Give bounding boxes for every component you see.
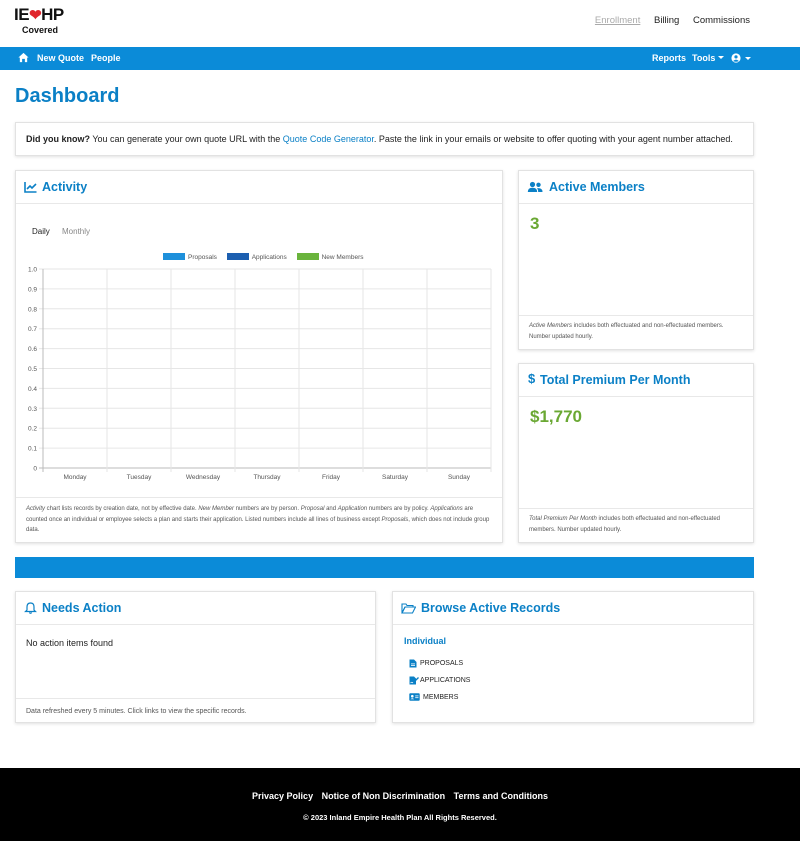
logo-wordmark: IE❤HP (14, 5, 64, 24)
legend-swatch (296, 253, 319, 260)
users-icon (527, 181, 543, 192)
footer-non-discrimination-link[interactable]: Notice of Non Discrimination (322, 791, 446, 801)
footer-terms-link[interactable]: Terms and Conditions (454, 791, 548, 801)
needs-action-empty: No action items found (26, 638, 114, 648)
legend-proposals[interactable]: Proposals (163, 253, 217, 261)
quote-code-generator-link[interactable]: Quote Code Generator (283, 134, 374, 144)
nav-tools[interactable]: Tools (692, 53, 725, 63)
activity-card: Activity Daily Monthly Proposals Applica… (15, 170, 503, 543)
chevron-down-icon (718, 56, 725, 59)
tab-monthly[interactable]: Monthly (62, 227, 90, 236)
x-tick-label: Friday (322, 474, 341, 481)
divider (519, 315, 753, 316)
chart-legend: Proposals Applications New Members (163, 253, 372, 261)
tip-banner: Did you know? You can generate your own … (15, 122, 754, 156)
activity-chart: 0 0.1 0.2 0.3 0.4 0.5 0.6 0.7 0.8 0.9 1.0 Monday Tue… (28, 267, 492, 481)
legend-applications[interactable]: Applications (226, 253, 287, 261)
section-divider-bar (15, 557, 754, 578)
y-tick-label: 0.8 (28, 306, 37, 313)
y-tick-label: 0.9 (28, 286, 37, 293)
x-tick-label: Sunday (448, 474, 471, 481)
document-icon (409, 659, 417, 668)
logo-subtitle: Covered (22, 25, 59, 35)
footer-copyright: © 2023 Inland Empire Health Plan All Rig… (303, 813, 497, 822)
total-premium-header: $ Total Premium Per Month (519, 364, 753, 397)
x-tick-label: Monday (63, 474, 87, 481)
dollar-icon: $ (528, 371, 536, 386)
y-tick-label: 0.6 (28, 346, 37, 353)
total-premium-value: $1,770 (530, 407, 582, 426)
total-premium-card: $ Total Premium Per Month $1,770 Total P… (518, 363, 754, 543)
nav-people[interactable]: People (91, 53, 121, 63)
legend-swatch (226, 253, 249, 260)
activity-tabs: Daily Monthly (32, 227, 100, 236)
user-circle-icon[interactable] (731, 53, 741, 63)
nav-enrollment[interactable]: Enrollment (595, 15, 640, 26)
y-tick-label: 1.0 (28, 267, 37, 274)
top-header: IE❤HP Covered Enrollment Billing Commiss… (0, 0, 800, 47)
nav-reports[interactable]: Reports (652, 53, 686, 63)
main-nav: New Quote People Reports Tools (0, 47, 800, 70)
x-tick-label: Wednesday (186, 474, 221, 481)
browse-records-card: Browse Active Records Individual PROPOSA… (392, 591, 754, 723)
x-tick-label: Saturday (382, 474, 409, 481)
y-tick-label: 0.5 (28, 366, 37, 373)
footer-privacy-policy-link[interactable]: Privacy Policy (252, 791, 313, 801)
active-members-card: Active Members 3 Active Members includes… (518, 170, 754, 350)
bell-icon (24, 602, 37, 614)
id-card-icon (409, 693, 420, 701)
divider (519, 508, 753, 509)
file-signature-icon (409, 676, 419, 685)
x-tick-label: Tuesday (127, 474, 152, 481)
nav-new-quote[interactable]: New Quote (37, 53, 84, 63)
top-nav: Enrollment Billing Commissions (584, 15, 750, 26)
legend-new-members[interactable]: New Members (296, 253, 364, 261)
needs-action-footer: Data refreshed every 5 minutes. Click li… (26, 708, 247, 715)
divider (16, 698, 375, 699)
activity-title: Activity (42, 180, 88, 194)
site-footer: Privacy Policy Notice of Non Discriminat… (0, 768, 800, 841)
x-tick-label: Thursday (253, 474, 281, 481)
activity-header: Activity (16, 171, 502, 204)
y-tick-label: 0.2 (28, 426, 37, 433)
y-tick-label: 0 (33, 466, 37, 473)
total-premium-note: Total Premium Per Month includes both ef… (529, 516, 721, 533)
browse-records-title: Browse Active Records (421, 601, 561, 615)
needs-action-header: Needs Action (16, 592, 375, 625)
y-tick-label: 0.3 (28, 406, 37, 413)
active-members-value: 3 (530, 214, 540, 233)
needs-action-card: Needs Action No action items found Data … (15, 591, 376, 723)
active-members-title: Active Members (549, 180, 645, 194)
iehp-logo[interactable]: IE❤HP Covered (14, 5, 64, 37)
line-chart-icon (24, 182, 37, 193)
browse-category-individual: Individual (404, 636, 447, 646)
heart-icon: ❤ (29, 7, 42, 24)
page-title: Dashboard (15, 85, 120, 107)
y-tick-label: 0.1 (28, 446, 37, 453)
tab-daily[interactable]: Daily (32, 227, 50, 236)
nav-billing[interactable]: Billing (654, 15, 679, 26)
browse-records-header: Browse Active Records (393, 592, 753, 625)
nav-commissions[interactable]: Commissions (693, 15, 750, 26)
divider (16, 497, 502, 498)
user-menu-chevron-icon[interactable] (745, 57, 751, 60)
total-premium-title: Total Premium Per Month (540, 373, 691, 387)
needs-action-title: Needs Action (42, 601, 122, 615)
y-tick-label: 0.7 (28, 326, 37, 333)
folder-open-icon (401, 603, 416, 614)
legend-swatch (163, 253, 185, 260)
active-members-header: Active Members (519, 171, 753, 204)
y-tick-label: 0.4 (28, 386, 37, 393)
footer-links: Privacy Policy Notice of Non Discriminat… (0, 791, 800, 801)
activity-footnote: Activity chart lists records by creation… (26, 506, 490, 533)
active-members-note: Active Members includes both effectuated… (529, 323, 724, 340)
home-icon[interactable] (18, 52, 29, 63)
